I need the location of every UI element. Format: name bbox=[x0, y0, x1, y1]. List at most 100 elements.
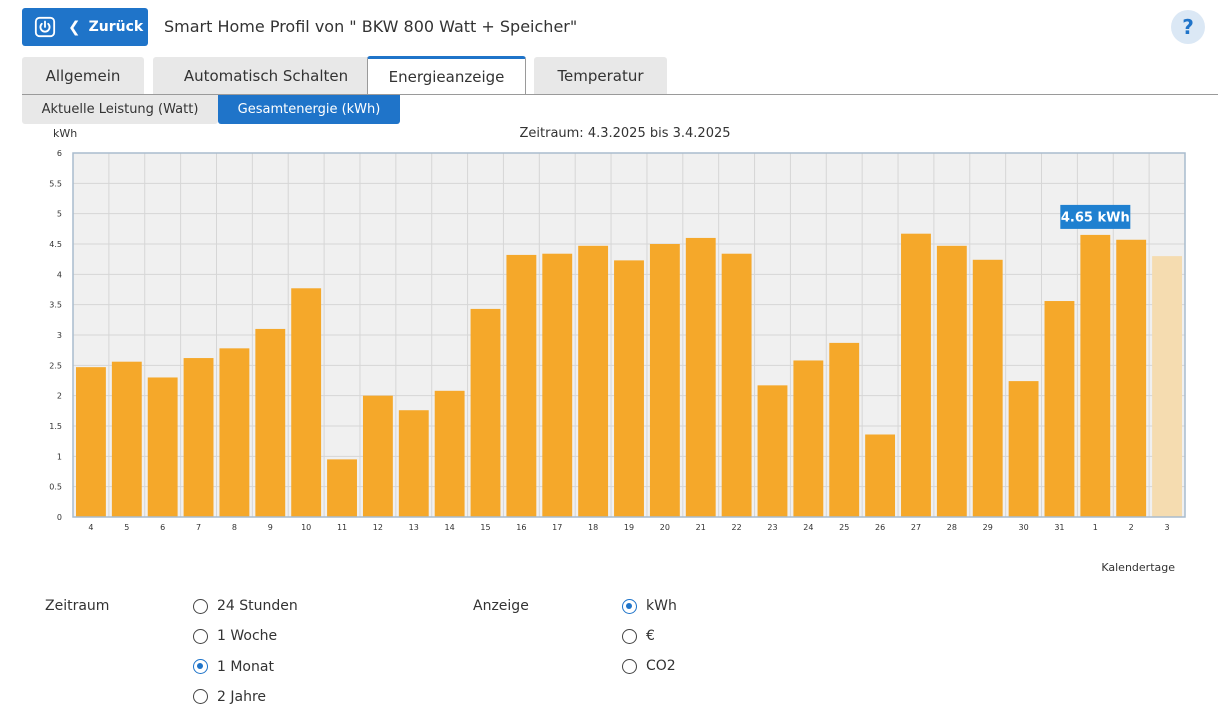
bar-day-27 bbox=[901, 233, 931, 518]
x-tick-label: 30 bbox=[1018, 523, 1028, 532]
anzeige-option-1[interactable]: € bbox=[622, 628, 655, 644]
anzeige-label: Anzeige bbox=[473, 598, 529, 614]
x-tick-label: 27 bbox=[911, 523, 921, 532]
zeitraum-label: Zeitraum bbox=[45, 598, 110, 614]
bar-day-28 bbox=[936, 245, 967, 517]
bar-day-1 bbox=[1080, 234, 1111, 517]
radio-icon bbox=[193, 628, 208, 644]
x-tick-label: 28 bbox=[947, 523, 957, 532]
x-tick-label: 11 bbox=[337, 523, 347, 532]
x-tick-label: 26 bbox=[875, 523, 885, 532]
x-tick-label: 25 bbox=[839, 523, 849, 532]
bar-day-10 bbox=[291, 288, 322, 517]
x-tick-label: 24 bbox=[803, 523, 813, 532]
tooltip-text: 4.65 kWh bbox=[1061, 210, 1130, 225]
radio-label: 1 Monat bbox=[217, 658, 274, 675]
x-tick-label: 9 bbox=[268, 523, 273, 532]
y-tick-label: 0.5 bbox=[49, 483, 62, 492]
bar-day-17 bbox=[542, 253, 573, 517]
x-tick-label: 19 bbox=[624, 523, 634, 532]
y-tick-label: 5.5 bbox=[49, 179, 62, 188]
y-tick-label: 1.5 bbox=[49, 422, 62, 431]
x-tick-label: 2 bbox=[1129, 523, 1134, 532]
radio-icon bbox=[193, 598, 208, 614]
bar-day-22 bbox=[721, 253, 752, 517]
radio-label: kWh bbox=[646, 598, 677, 614]
y-tick-label: 5 bbox=[57, 210, 62, 219]
bar-day-13 bbox=[398, 410, 429, 517]
x-tick-label: 7 bbox=[196, 523, 201, 532]
x-tick-label: 5 bbox=[124, 523, 129, 532]
x-tick-label: 1 bbox=[1093, 523, 1098, 532]
bar-day-7 bbox=[183, 358, 214, 517]
bar-day-19 bbox=[614, 260, 644, 517]
bar-day-31 bbox=[1044, 301, 1075, 517]
bar-day-11 bbox=[327, 459, 357, 517]
x-tick-label: 31 bbox=[1054, 523, 1064, 532]
bar-day-4 bbox=[76, 367, 106, 517]
x-tick-label: 8 bbox=[232, 523, 237, 532]
x-tick-label: 3 bbox=[1165, 523, 1170, 532]
zeitraum-option-1[interactable]: 1 Woche bbox=[193, 628, 277, 644]
bar-day-24 bbox=[793, 360, 824, 517]
bar-day-21 bbox=[685, 237, 716, 517]
bar-day-18 bbox=[578, 245, 609, 517]
x-tick-label: 23 bbox=[767, 523, 777, 532]
y-tick-label: 0 bbox=[57, 513, 62, 522]
radio-label: 2 Jahre bbox=[217, 688, 266, 705]
zeitraum-option-2[interactable]: 1 Monat bbox=[193, 659, 274, 675]
x-tick-label: 14 bbox=[445, 523, 455, 532]
x-tick-label: 12 bbox=[373, 523, 383, 532]
bar-day-20 bbox=[649, 244, 680, 517]
radio-label: € bbox=[646, 628, 655, 644]
radio-icon bbox=[193, 659, 208, 675]
bar-day-23 bbox=[757, 385, 788, 517]
bar-day-30 bbox=[1008, 381, 1039, 517]
bar-day-25 bbox=[829, 342, 860, 517]
anzeige-option-2[interactable]: CO2 bbox=[622, 658, 676, 674]
x-tick-label: 29 bbox=[983, 523, 993, 532]
y-tick-label: 2.5 bbox=[49, 361, 62, 370]
energy-bar-chart: 00.511.522.533.544.555.564 5 6 7 8 9 10 11 12 13 1… bbox=[49, 149, 1186, 532]
zeitraum-option-3[interactable]: 2 Jahre bbox=[193, 689, 266, 705]
radio-label: CO2 bbox=[646, 658, 676, 674]
x-tick-label: 22 bbox=[732, 523, 742, 532]
x-tick-label: 4 bbox=[88, 523, 93, 532]
radio-icon bbox=[193, 689, 208, 705]
y-tick-label: 3.5 bbox=[49, 301, 62, 310]
x-tick-label: 20 bbox=[660, 523, 670, 532]
x-tick-label: 18 bbox=[588, 523, 598, 532]
radio-icon bbox=[622, 658, 637, 674]
bar-day-26 bbox=[865, 434, 896, 517]
x-tick-label: 6 bbox=[160, 523, 165, 532]
y-tick-label: 4 bbox=[57, 270, 62, 279]
bar-day-14 bbox=[434, 390, 465, 517]
radio-icon bbox=[622, 628, 637, 644]
bar-day-3 bbox=[1152, 256, 1182, 517]
zeitraum-option-0[interactable]: 24 Stunden bbox=[193, 598, 298, 614]
radio-icon bbox=[622, 598, 637, 614]
x-tick-label: 21 bbox=[696, 523, 706, 532]
y-tick-label: 2 bbox=[57, 392, 62, 401]
x-tick-label: 16 bbox=[516, 523, 526, 532]
x-tick-label: 15 bbox=[480, 523, 490, 532]
bar-day-8 bbox=[219, 348, 250, 517]
y-tick-label: 4.5 bbox=[49, 240, 62, 249]
y-tick-label: 1 bbox=[57, 452, 62, 461]
bar-day-16 bbox=[506, 254, 537, 518]
radio-label: 1 Woche bbox=[217, 628, 278, 645]
bar-day-9 bbox=[255, 328, 286, 517]
y-tick-label: 6 bbox=[57, 149, 62, 158]
x-tick-label: 10 bbox=[301, 523, 311, 532]
bar-day-2 bbox=[1116, 239, 1147, 517]
bar-day-15 bbox=[470, 308, 501, 517]
x-tick-label: 17 bbox=[552, 523, 562, 532]
anzeige-option-0[interactable]: kWh bbox=[622, 598, 677, 614]
y-tick-label: 3 bbox=[57, 331, 62, 340]
bar-day-5 bbox=[111, 361, 142, 517]
bar-day-12 bbox=[362, 395, 393, 517]
chart-x-label: Kalendertage bbox=[1101, 561, 1175, 574]
bar-day-6 bbox=[147, 377, 178, 517]
x-tick-label: 13 bbox=[409, 523, 419, 532]
bar-day-29 bbox=[972, 259, 1003, 517]
